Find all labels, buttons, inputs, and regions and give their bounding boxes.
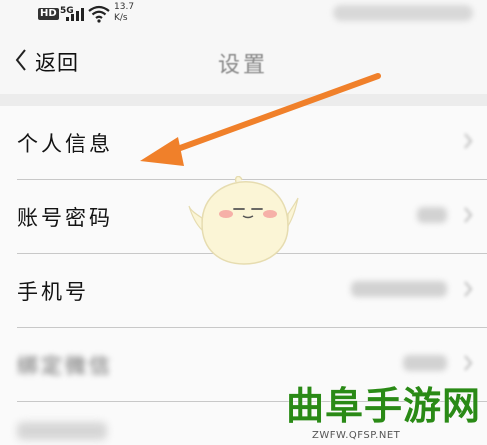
hd-badge: HD <box>38 8 59 20</box>
settings-item-label: 绑定微信 <box>17 354 113 378</box>
blurred-value <box>351 281 447 297</box>
settings-item-label: 手机号 <box>17 280 89 304</box>
blurred-next-item <box>17 422 107 440</box>
page-title: 设置 <box>218 53 269 78</box>
network-speed: 13.7 K/s <box>114 2 134 24</box>
chevron-right-icon <box>464 207 473 223</box>
blurred-value <box>403 355 447 371</box>
speed-value: 13.7 <box>114 2 135 12</box>
chevron-right-icon <box>464 355 473 371</box>
chevron-left-icon[interactable] <box>14 48 28 72</box>
blurred-status-icons <box>333 5 473 21</box>
section-gap <box>0 94 487 106</box>
status-bar: HD 5G 13.7 K/s <box>0 0 487 30</box>
speed-unit: K/s <box>114 13 128 23</box>
mascot-sticker <box>188 176 299 265</box>
settings-item-label: 个人信息 <box>17 132 113 156</box>
wifi-icon <box>88 5 110 23</box>
blurred-value <box>417 207 447 223</box>
settings-item-personal-info[interactable]: 个人信息 <box>0 106 487 178</box>
chevron-right-icon <box>464 133 473 149</box>
settings-item-label: 账号密码 <box>17 206 113 230</box>
watermark-url: ZWFW.QFSP.NET <box>312 430 401 441</box>
signal-bars-icon <box>66 7 86 21</box>
back-button[interactable]: 返回 <box>35 47 79 77</box>
watermark-logo: 曲阜手游网 <box>286 384 482 428</box>
chevron-right-icon <box>464 281 473 297</box>
